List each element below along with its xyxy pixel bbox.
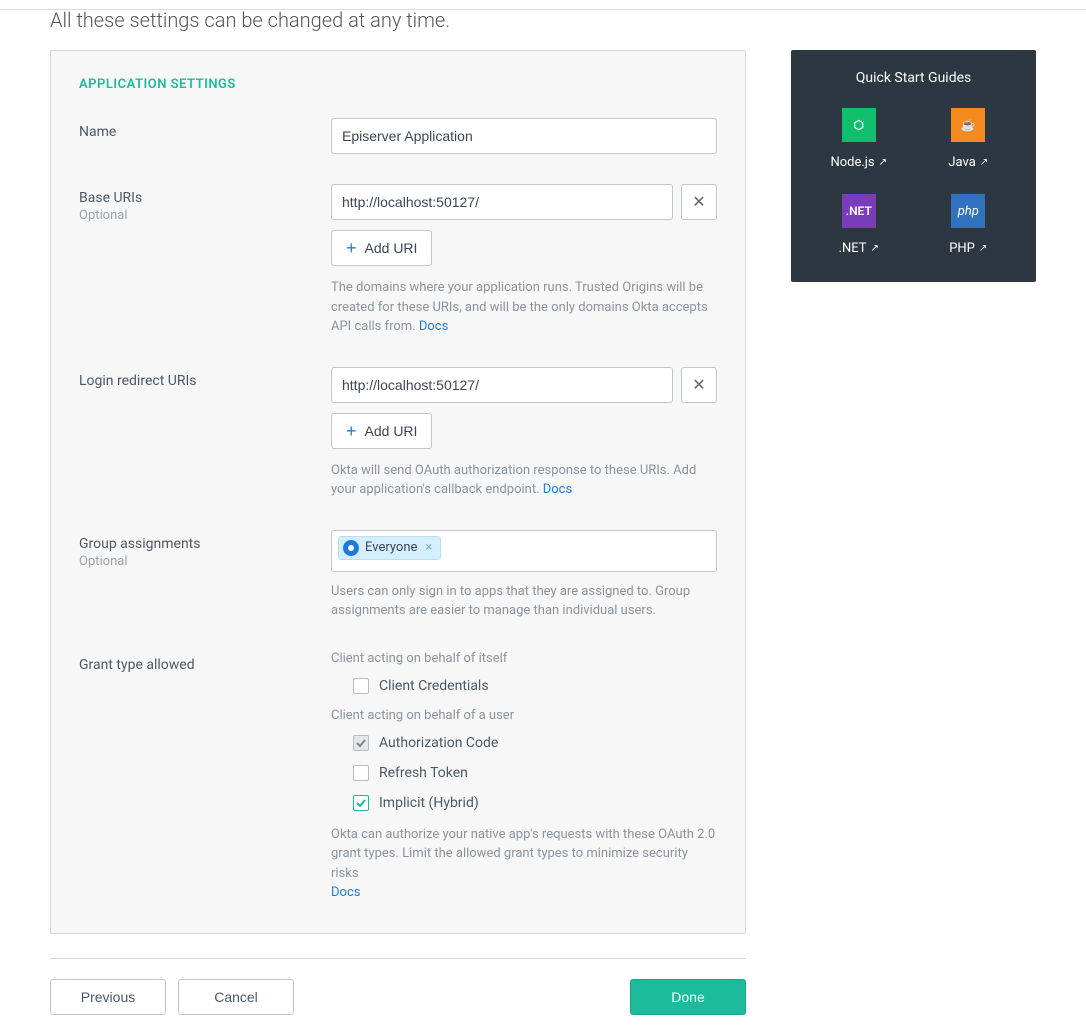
login-redirect-label: Login redirect URIs [79,373,197,389]
guide-label: .NET↗ [839,241,879,256]
refresh-token-label: Refresh Token [379,765,468,781]
remove-group-chip[interactable]: × [423,540,434,555]
name-label: Name [79,124,116,140]
external-link-icon: ↗ [979,243,987,254]
group-chip-everyone: Everyone × [338,536,441,560]
group-chip-label: Everyone [365,540,417,555]
login-redirect-input[interactable] [331,367,673,403]
grant-help: Okta can authorize your native app's req… [331,825,717,903]
cancel-button[interactable]: Cancel [178,979,294,1015]
grant-label: Grant type allowed [79,657,195,673]
refresh-token-checkbox[interactable] [353,765,369,781]
intro-text: All these settings can be changed at any… [0,8,1086,50]
name-input[interactable] [331,118,717,154]
plus-icon: + [346,422,357,440]
close-icon: ✕ [692,192,705,212]
add-login-redirect-button[interactable]: + Add URI [331,413,432,449]
client-credentials-checkbox[interactable] [353,678,369,694]
previous-button[interactable]: Previous [50,979,166,1015]
base-uris-help: The domains where your application runs.… [331,278,717,337]
remove-login-redirect-button[interactable]: ✕ [681,367,717,403]
php-icon: php [951,194,985,228]
groups-help: Users can only sign in to apps that they… [331,582,717,621]
guide-label: Node.js↗ [830,155,887,170]
grant-self-heading: Client acting on behalf of itself [331,651,717,666]
guide-label: Java↗ [948,155,988,170]
remove-base-uri-button[interactable]: ✕ [681,184,717,220]
external-link-icon: ↗ [879,157,887,168]
wizard-footer: Previous Cancel Done [50,958,746,1015]
guide-item-php[interactable]: php PHP↗ [919,194,1019,256]
login-redirect-help: Okta will send OAuth authorization respo… [331,461,717,500]
net-icon: .NET [842,194,876,228]
base-uris-optional: Optional [79,208,331,223]
java-icon: ☕ [951,108,985,142]
plus-icon: + [346,239,357,257]
check-icon [355,797,367,809]
add-login-redirect-label: Add URI [365,423,418,439]
authorization-code-checkbox[interactable] [353,735,369,751]
close-icon: ✕ [692,375,705,395]
quick-start-sidebar: Quick Start Guides ⬡Node.js↗☕Java↗.NET.N… [791,50,1036,282]
add-base-uri-button[interactable]: + Add URI [331,230,432,266]
groups-label: Group assignments [79,536,200,552]
groups-optional: Optional [79,554,331,569]
login-redirect-docs-link[interactable]: Docs [543,482,572,497]
sidebar-title: Quick Start Guides [809,70,1018,86]
grant-user-heading: Client acting on behalf of a user [331,708,717,723]
guide-item-nodejs[interactable]: ⬡ Node.js↗ [809,108,909,170]
external-link-icon: ↗ [980,157,988,168]
base-uri-input[interactable] [331,184,673,220]
guide-item-java[interactable]: ☕ Java↗ [919,108,1019,170]
add-base-uri-label: Add URI [365,240,418,256]
implicit-label: Implicit (Hybrid) [379,795,479,811]
groups-input[interactable]: Everyone × [331,530,717,572]
implicit-checkbox[interactable] [353,795,369,811]
section-title: APPLICATION SETTINGS [79,77,717,92]
base-uris-label: Base URIs [79,190,142,206]
guide-label: PHP↗ [949,241,987,256]
client-credentials-label: Client Credentials [379,678,489,694]
nodejs-icon: ⬡ [842,108,876,142]
settings-panel: APPLICATION SETTINGS Name Base URIs Opti… [50,50,746,934]
authorization-code-label: Authorization Code [379,735,498,751]
group-icon [343,540,359,556]
external-link-icon: ↗ [871,243,879,254]
base-uris-docs-link[interactable]: Docs [419,319,448,334]
check-icon [355,737,367,749]
done-button[interactable]: Done [630,979,746,1015]
grant-docs-link[interactable]: Docs [331,885,360,900]
guide-item-net[interactable]: .NET .NET↗ [809,194,909,256]
